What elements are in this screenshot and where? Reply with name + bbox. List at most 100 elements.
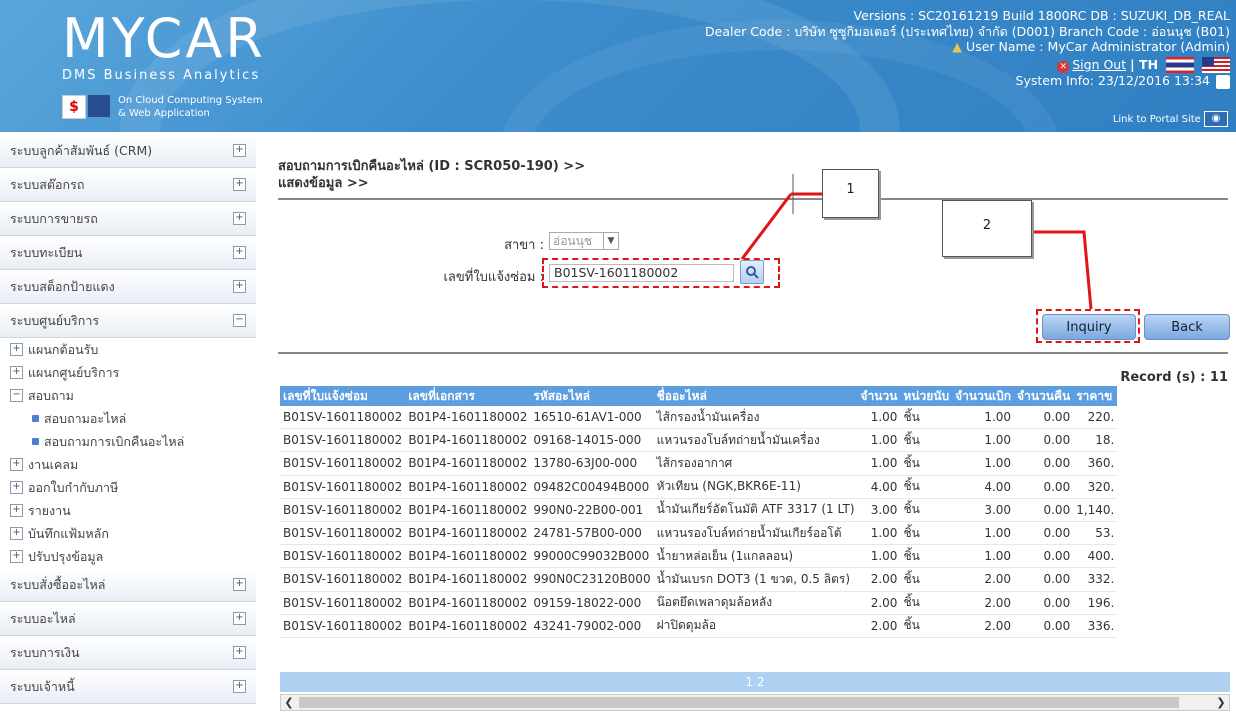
table-header-row: เลขที่ใบแจ้งซ่อม เลขที่เอกสาร รหัสอะไหล่… <box>280 386 1118 406</box>
sidebar-sub-inquiry[interactable]: − สอบถาม <box>0 384 256 407</box>
sidebar-sub-master-file[interactable]: + บันทึกแฟ้มหลัก <box>0 522 256 545</box>
table-row[interactable]: B01SV-1601180002 B01P4-1601180002 99000C99… <box>280 544 1118 569</box>
sidebar-sub-claim[interactable]: + งานเคลม <box>0 453 256 476</box>
col-returned[interactable]: จำนวนคืน <box>1014 386 1074 406</box>
sidebar-item-finance[interactable]: ระบบการเงิน + <box>0 636 256 670</box>
expand-icon[interactable]: + <box>233 178 246 191</box>
expand-icon[interactable]: + <box>233 646 246 659</box>
table-cell: 13780-63J00-000 <box>530 451 654 476</box>
table-cell: 220. <box>1073 406 1118 430</box>
collapse-icon[interactable]: − <box>233 314 246 327</box>
expand-icon[interactable]: + <box>233 144 246 157</box>
table-row[interactable]: B01SV-1601180002 B01P4-1601180002 13780-63… <box>280 451 1118 476</box>
table-cell: 2.00 <box>952 567 1015 592</box>
col-qty[interactable]: จำนวน <box>857 386 901 406</box>
col-document-no[interactable]: เลขที่เอกสาร <box>405 386 531 406</box>
table-cell: 4.00 <box>857 475 901 499</box>
language-label[interactable]: | TH <box>1130 57 1158 72</box>
expand-icon[interactable]: + <box>233 680 246 693</box>
scroll-left-icon[interactable]: ❮ <box>281 695 297 710</box>
col-repair-order[interactable]: เลขที่ใบแจ้งซ่อม <box>280 386 406 406</box>
sidebar-sub-tax-invoice[interactable]: + ออกใบกำกับภาษี <box>0 476 256 499</box>
sidebar-subsub-parts-inquiry[interactable]: สอบถามอะไหล่ <box>0 407 256 430</box>
table-row[interactable]: B01SV-1601180002 B01P4-1601180002 09159-18… <box>280 591 1118 615</box>
table-cell: น้ำมันเบรก DOT3 (1 ขวด, 0.5 ลิตร) <box>653 567 858 592</box>
sidebar-sub-service-dept[interactable]: + แผนกศูนย์บริการ <box>0 361 256 384</box>
table-row[interactable]: B01SV-1601180002 B01P4-1601180002 990N0-22… <box>280 498 1118 522</box>
us-flag-icon[interactable] <box>1202 57 1230 73</box>
table-cell: 400. <box>1073 544 1118 569</box>
sidebar-sub-report[interactable]: + รายงาน <box>0 499 256 522</box>
sidebar-item-car-stock[interactable]: ระบบสต๊อกรถ + <box>0 168 256 202</box>
expand-icon[interactable]: + <box>10 481 23 494</box>
table-cell: 53. <box>1073 521 1118 546</box>
table-cell: 1.00 <box>952 406 1015 430</box>
col-price[interactable]: ราคาข <box>1073 386 1118 406</box>
table-row[interactable]: B01SV-1601180002 B01P4-1601180002 24781-57… <box>280 521 1118 546</box>
table-cell: B01P4-1601180002 <box>405 591 531 615</box>
expand-icon[interactable]: + <box>233 212 246 225</box>
expand-icon[interactable]: + <box>10 550 23 563</box>
col-part-name[interactable]: ชื่ออะไหล่ <box>653 386 858 406</box>
expand-icon[interactable]: + <box>233 578 246 591</box>
table-cell: 0.00 <box>1014 567 1074 592</box>
sidebar-item-crm[interactable]: ระบบลูกค้าสัมพันธ์ (CRM) + <box>0 134 256 168</box>
sign-out-link[interactable]: Sign Out <box>1072 57 1126 72</box>
table-cell: 43241-79002-000 <box>530 614 654 638</box>
expand-icon[interactable]: + <box>233 280 246 293</box>
sidebar-item-parts-order[interactable]: ระบบสั่งซื้ออะไหล่ + <box>0 568 256 602</box>
sidebar-sub-update-data[interactable]: + ปรับปรุงข้อมูล <box>0 545 256 568</box>
table-cell: B01SV-1601180002 <box>280 567 406 592</box>
table-cell: 0.00 <box>1014 428 1074 453</box>
back-button[interactable]: Back <box>1144 314 1230 340</box>
table-cell: น้ำมันเกียร์อัตโนมัติ ATF 3317 (1 LT) <box>653 498 858 522</box>
collapse-icon[interactable]: − <box>10 389 23 402</box>
sidebar-item-creditor[interactable]: ระบบเจ้าหนี้ + <box>0 670 256 704</box>
table-cell: ชิ้น <box>900 521 953 546</box>
table-cell: 0.00 <box>1014 521 1074 546</box>
expand-icon[interactable]: + <box>10 343 23 356</box>
table-row[interactable]: B01SV-1601180002 B01P4-1601180002 09482C00… <box>280 475 1118 499</box>
portal-link[interactable]: Link to Portal Site ◉ <box>1113 111 1228 127</box>
table-cell: 332. <box>1073 567 1118 592</box>
sidebar-item-parts[interactable]: ระบบอะไหล่ + <box>0 602 256 636</box>
table-row[interactable]: B01SV-1601180002 B01P4-1601180002 43241-79… <box>280 614 1118 638</box>
expand-icon[interactable]: + <box>10 458 23 471</box>
bullet-icon <box>32 438 39 445</box>
col-unit[interactable]: หน่วยนับ <box>900 386 953 406</box>
horizontal-scrollbar[interactable]: ❮ ❯ <box>280 694 1230 711</box>
expand-icon[interactable]: + <box>10 504 23 517</box>
system-checkbox[interactable] <box>1216 74 1230 89</box>
divider <box>278 352 1228 354</box>
sidebar-item-registration[interactable]: ระบบทะเบียน + <box>0 236 256 270</box>
sidebar-sub-reception[interactable]: + แผนกต้อนรับ <box>0 338 256 361</box>
sidebar-item-red-plate[interactable]: ระบบสต็อกป้ายแดง + <box>0 270 256 304</box>
globe-icon[interactable]: ◉ <box>1204 111 1228 127</box>
table-cell: 2.00 <box>857 614 901 638</box>
sidebar-subsub-parts-return-inquiry[interactable]: สอบถามการเบิกคืนอะไหล่ <box>0 430 256 453</box>
table-cell: ชิ้น <box>900 567 953 592</box>
expand-icon[interactable]: + <box>10 366 23 379</box>
table-cell: 2.00 <box>952 614 1015 638</box>
scrollbar-thumb[interactable] <box>299 697 1179 708</box>
expand-icon[interactable]: + <box>10 527 23 540</box>
thai-flag-icon[interactable] <box>1166 57 1195 73</box>
table-cell: 4.00 <box>952 475 1015 499</box>
scroll-right-icon[interactable]: ❯ <box>1213 695 1229 710</box>
table-row[interactable]: B01SV-1601180002 B01P4-1601180002 16510-61… <box>280 406 1118 430</box>
pagination[interactable]: 1 2 <box>280 672 1230 692</box>
expand-icon[interactable]: + <box>233 246 246 259</box>
callout-2: 2 <box>942 200 1032 257</box>
table-row[interactable]: B01SV-1601180002 B01P4-1601180002 09168-14… <box>280 428 1118 453</box>
record-count: Record (s) : 11 <box>1120 370 1228 385</box>
col-issued[interactable]: จำนวนเบิก <box>952 386 1015 406</box>
table-row[interactable]: B01SV-1601180002 B01P4-1601180002 990N0C23… <box>280 567 1118 592</box>
table-cell: 0.00 <box>1014 591 1074 615</box>
table-cell: ไส้กรองอากาศ <box>653 451 858 476</box>
sidebar-item-service-center[interactable]: ระบบศูนย์บริการ − <box>0 304 256 338</box>
table-cell: 0.00 <box>1014 614 1074 638</box>
expand-icon[interactable]: + <box>233 612 246 625</box>
table-cell: 360. <box>1073 451 1118 476</box>
sidebar-item-car-sales[interactable]: ระบบการขายรถ + <box>0 202 256 236</box>
col-part-code[interactable]: รหัสอะไหล่ <box>530 386 654 406</box>
